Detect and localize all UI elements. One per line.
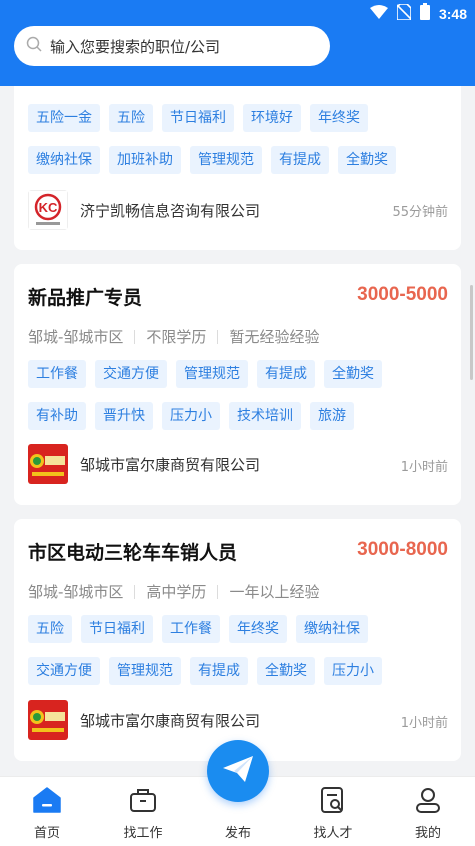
search-placeholder: 输入您要搜索的职位/公司	[50, 37, 221, 56]
job-meta: 邹城-邹城市区 高中学历 一年以上经验	[28, 581, 319, 602]
briefcase-icon	[128, 785, 158, 815]
nav-publish-label: 发布	[224, 826, 251, 841]
status-bar: 3:48	[0, 0, 475, 26]
nav-mine-label: 我的	[414, 826, 441, 841]
tag-row: 交通方便 管理规范 有提成 全勤奖 压力小	[28, 657, 382, 685]
post-time: 1小时前	[400, 716, 448, 731]
job-title: 新品推广专员	[28, 287, 143, 309]
nav-mine[interactable]: 我的	[388, 777, 468, 846]
tag: 年终奖	[310, 104, 368, 132]
nav-find-job-label: 找工作	[123, 826, 163, 841]
tag-row: 有补助 晋升快 压力小 技术培训 旅游	[28, 402, 354, 430]
company-info: 邹城市富尔康商贸有限公司	[28, 700, 260, 740]
nav-home-label: 首页	[33, 826, 60, 841]
job-card[interactable]: 五险一金 五险 节日福利 环境好 年终奖 缴纳社保 加班补助 管理规范 有提成 …	[14, 66, 461, 250]
company-name: 济宁凯畅信息咨询有限公司	[80, 201, 261, 220]
job-title: 市区电动三轮车车销人员	[28, 542, 238, 564]
publish-button[interactable]	[207, 740, 269, 802]
tag: 压力小	[162, 402, 220, 430]
tag-row: 五险 节日福利 工作餐 年终奖 缴纳社保	[28, 615, 368, 643]
wifi-icon	[369, 4, 388, 23]
tag: 工作餐	[162, 615, 220, 643]
nav-find-talent[interactable]: 找人才	[293, 777, 373, 846]
user-icon	[413, 785, 443, 815]
tag: 交通方便	[95, 360, 167, 388]
job-card[interactable]: 市区电动三轮车车销人员 3000-8000 邹城-邹城市区 高中学历 一年以上经…	[14, 519, 461, 761]
tag: 有提成	[190, 657, 248, 685]
education: 不限学历	[146, 328, 207, 346]
no-sim-icon	[396, 2, 412, 24]
tag: 管理规范	[190, 146, 262, 174]
tag: 交通方便	[28, 657, 100, 685]
job-meta: 邹城-邹城市区 不限学历 暂无经验经验	[28, 326, 319, 347]
tag: 缴纳社保	[296, 615, 368, 643]
scrollbar[interactable]	[470, 285, 473, 380]
search-icon	[26, 36, 42, 56]
company-logo	[28, 700, 68, 740]
tag: 节日福利	[81, 615, 153, 643]
tag-row: 缴纳社保 加班补助 管理规范 有提成 全勤奖	[28, 146, 396, 174]
tag: 晋升快	[95, 402, 153, 430]
company-logo	[28, 444, 68, 484]
tag: 旅游	[310, 402, 354, 430]
tag: 有提成	[271, 146, 329, 174]
tag: 管理规范	[109, 657, 181, 685]
nav-find-job[interactable]: 找工作	[103, 777, 183, 846]
tag: 有补助	[28, 402, 86, 430]
tag: 全勤奖	[324, 360, 382, 388]
job-card[interactable]: 新品推广专员 3000-5000 邹城-邹城市区 不限学历 暂无经验经验 工作餐…	[14, 264, 461, 505]
location: 邹城-邹城市区	[28, 328, 124, 346]
tag: 年终奖	[229, 615, 287, 643]
tag: 全勤奖	[338, 146, 396, 174]
battery-icon	[419, 3, 430, 24]
post-time: 1小时前	[400, 460, 448, 475]
salary: 3000-5000	[357, 284, 448, 305]
tag: 工作餐	[28, 360, 86, 388]
tag: 五险	[109, 104, 153, 132]
tag: 全勤奖	[257, 657, 315, 685]
nav-home[interactable]: 首页	[7, 777, 87, 846]
tag-row: 五险一金 五险 节日福利 环境好 年终奖	[28, 104, 368, 132]
tag: 有提成	[257, 360, 315, 388]
company-logo: KC	[28, 190, 68, 230]
tag-row: 工作餐 交通方便 管理规范 有提成 全勤奖	[28, 360, 382, 388]
search-resume-icon	[318, 785, 348, 815]
tag: 管理规范	[176, 360, 248, 388]
post-time: 55分钟前	[392, 205, 448, 220]
experience: 暂无经验经验	[229, 328, 320, 346]
tag: 五险	[28, 615, 72, 643]
tag: 加班补助	[109, 146, 181, 174]
nav-find-talent-label: 找人才	[313, 826, 353, 841]
search-input[interactable]: 输入您要搜索的职位/公司	[14, 26, 330, 66]
svg-text:KC: KC	[39, 200, 58, 215]
tag: 缴纳社保	[28, 146, 100, 174]
tag: 节日福利	[162, 104, 234, 132]
salary: 3000-8000	[357, 539, 448, 560]
tag: 五险一金	[28, 104, 100, 132]
tag: 技术培训	[229, 402, 301, 430]
tag: 压力小	[324, 657, 382, 685]
header: 3:48 输入您要搜索的职位/公司	[0, 0, 475, 86]
home-icon	[32, 785, 62, 815]
experience: 一年以上经验	[229, 583, 320, 601]
paper-plane-icon	[221, 754, 255, 788]
company-name: 邹城市富尔康商贸有限公司	[80, 455, 261, 474]
location: 邹城-邹城市区	[28, 583, 124, 601]
company-info: 邹城市富尔康商贸有限公司	[28, 444, 260, 484]
status-time: 3:48	[438, 5, 467, 22]
company-name: 邹城市富尔康商贸有限公司	[80, 711, 261, 730]
education: 高中学历	[146, 583, 207, 601]
tag: 环境好	[243, 104, 301, 132]
company-info: KC 济宁凯畅信息咨询有限公司	[28, 190, 260, 230]
